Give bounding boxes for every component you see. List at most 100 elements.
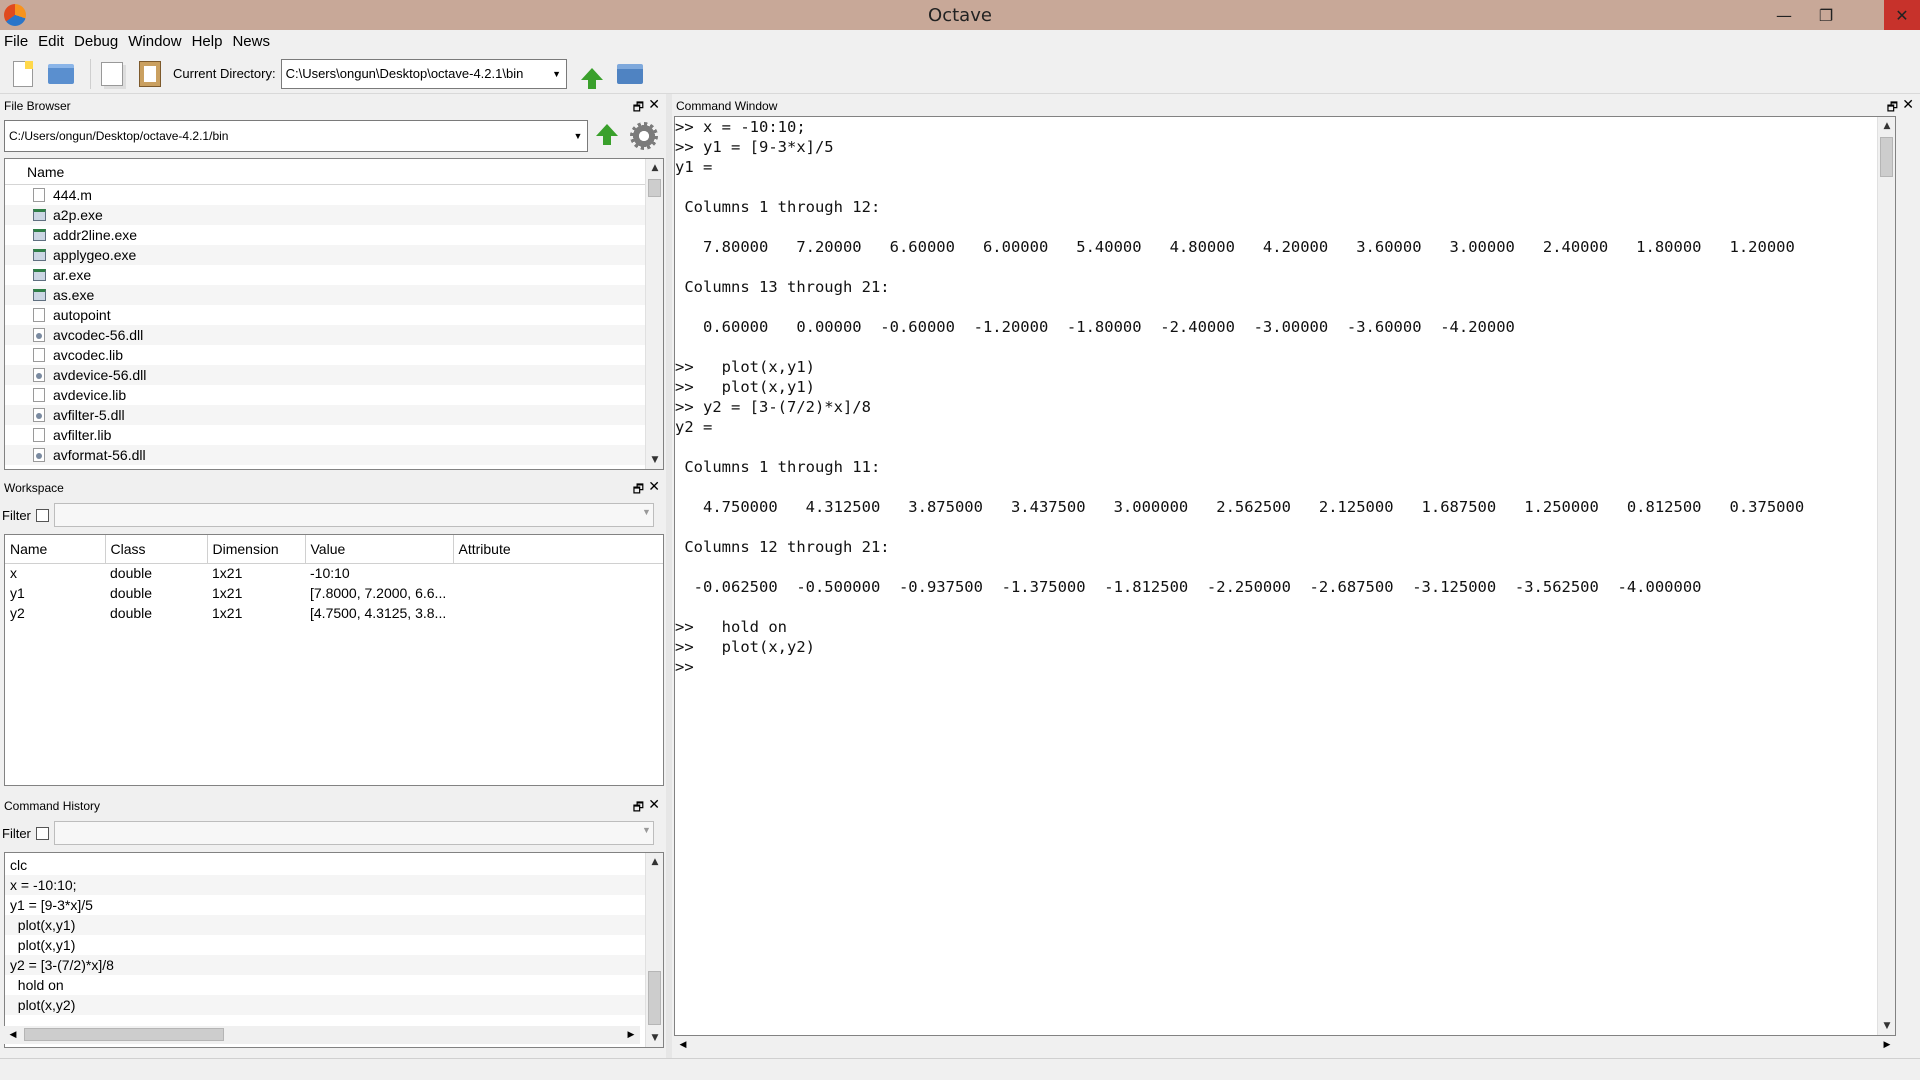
chevron-down-icon[interactable]: ▼ [571, 124, 585, 148]
scroll-up-icon[interactable]: ▲ [1878, 117, 1895, 135]
file-browser-path-combo[interactable]: C:/Users/ongun/Desktop/octave-4.2.1/bin … [4, 120, 588, 152]
maximize-button[interactable]: ❐ [1808, 0, 1844, 30]
close-icon[interactable]: ✕ [648, 478, 660, 495]
menu-news[interactable]: News [232, 33, 270, 50]
file-list-item[interactable]: avdevice.lib [5, 385, 663, 405]
file-list-scrollbar[interactable]: ▲ ▼ [645, 159, 663, 469]
file-list-item[interactable]: ar.exe [5, 265, 663, 285]
table-cell [453, 603, 663, 623]
console-scrollbar[interactable]: ▲ ▼ [1877, 117, 1895, 1035]
history-item[interactable]: hold on [5, 975, 663, 995]
undock-icon[interactable]: 🗗 [633, 98, 644, 119]
column-header-class[interactable]: Class [105, 535, 208, 564]
new-script-button[interactable] [8, 59, 38, 89]
scroll-up-icon[interactable]: ▲ [646, 159, 663, 177]
menu-edit[interactable]: Edit [38, 33, 64, 50]
file-list-item[interactable]: avcodec.lib [5, 345, 663, 365]
scroll-right-icon[interactable]: ▶ [622, 1026, 640, 1044]
scroll-left-icon[interactable]: ◀ [674, 1036, 692, 1054]
scroll-down-icon[interactable]: ▼ [1878, 1017, 1895, 1035]
browse-directory-button[interactable] [615, 59, 645, 89]
command-window-console[interactable]: >> x = -10:10; >> y1 = [9-3*x]/5 y1 = Colu… [674, 116, 1896, 1036]
column-header-attribute[interactable]: Attribute [453, 535, 663, 564]
chevron-down-icon[interactable]: ▼ [550, 62, 564, 86]
file-list-item[interactable]: avformat-56.dll [5, 445, 663, 465]
history-item[interactable]: x = -10:10; [5, 875, 663, 895]
console-line: >> y2 = [3-(7/2)*x]/8 [675, 398, 871, 416]
chevron-down-icon[interactable]: ▼ [642, 507, 651, 517]
filter-input[interactable]: ▼ [53, 503, 654, 527]
console-hscrollbar[interactable]: ◀ ▶ [674, 1036, 1896, 1054]
scroll-left-icon[interactable]: ◀ [4, 1026, 22, 1044]
file-icon [33, 188, 45, 202]
menu-window[interactable]: Window [128, 33, 181, 50]
table-row[interactable]: x double 1x21 -10:10 [5, 563, 663, 583]
column-header-dimension[interactable]: Dimension [207, 535, 306, 564]
table-row[interactable]: y2 double 1x21 [4.7500, 4.3125, 3.8... [5, 603, 663, 623]
filter-label: Filter [2, 825, 31, 841]
table-cell: y2 [10, 605, 25, 621]
current-directory-combo[interactable]: C:\Users\ongun\Desktop\octave-4.2.1\bin … [280, 58, 567, 89]
history-item[interactable]: clc [5, 855, 663, 875]
scroll-down-icon[interactable]: ▼ [646, 451, 663, 469]
undock-icon[interactable]: 🗗 [633, 798, 644, 819]
history-item[interactable]: plot(x,y1) [5, 915, 663, 935]
close-icon[interactable]: ✕ [648, 796, 660, 813]
parent-directory-button[interactable] [577, 59, 607, 89]
history-item[interactable]: y1 = [9-3*x]/5 [5, 895, 663, 915]
column-header-value[interactable]: Value [305, 535, 454, 564]
scroll-right-icon[interactable]: ▶ [1878, 1036, 1896, 1054]
file-list-item[interactable]: avdevice-56.dll [5, 365, 663, 385]
file-list-item[interactable]: avfilter-5.dll [5, 405, 663, 425]
menu-file[interactable]: File [4, 33, 28, 50]
history-hscrollbar[interactable]: ◀ ▶ [4, 1026, 640, 1044]
scrollbar-thumb[interactable] [648, 971, 661, 1025]
scrollbar-thumb[interactable] [1880, 137, 1893, 177]
file-list-item[interactable]: avcodec-56.dll [5, 325, 663, 345]
history-list[interactable]: clc x = -10:10; y1 = [9-3*x]/5 plot(x,y1) … [4, 852, 664, 1048]
file-list-item[interactable]: 444.m [5, 185, 663, 205]
up-arrow-icon[interactable] [596, 124, 618, 145]
file-list-item[interactable]: avfilter.lib [5, 425, 663, 445]
file-list-item[interactable]: as.exe [5, 285, 663, 305]
workspace-table[interactable]: Name Class Dimension Value Attribute x do… [4, 534, 664, 786]
file-name: 444.m [53, 187, 92, 203]
scroll-down-icon[interactable]: ▼ [646, 1029, 663, 1047]
scroll-up-icon[interactable]: ▲ [646, 853, 663, 871]
table-cell: 1x21 [212, 585, 243, 601]
file-list-item[interactable]: a2p.exe [5, 205, 663, 225]
file-list-item[interactable]: addr2line.exe [5, 225, 663, 245]
file-list-item[interactable]: autopoint [5, 305, 663, 325]
menu-help[interactable]: Help [192, 33, 223, 50]
open-file-button[interactable] [46, 59, 76, 89]
chevron-down-icon[interactable]: ▼ [642, 825, 651, 835]
undock-icon[interactable]: 🗗 [633, 480, 644, 501]
paste-button[interactable] [135, 59, 165, 89]
up-arrow-icon [580, 67, 603, 89]
history-item[interactable]: y2 = [3-(7/2)*x]/8 [5, 955, 663, 975]
filter-checkbox[interactable] [35, 826, 49, 840]
close-icon[interactable]: ✕ [1902, 96, 1914, 113]
table-cell: double [110, 605, 153, 621]
history-item[interactable]: plot(x,y2) [5, 995, 663, 1015]
scrollbar-thumb[interactable] [24, 1028, 224, 1041]
close-icon[interactable]: ✕ [648, 96, 660, 113]
history-item[interactable]: plot(x,y1) [5, 935, 663, 955]
column-header-name[interactable]: Name [5, 164, 64, 180]
file-list-item[interactable]: applygeo.exe [5, 245, 663, 265]
copy-button[interactable] [97, 59, 127, 89]
file-name: avfilter.lib [53, 427, 112, 443]
file-list[interactable]: Name 444.m a2p.exe addr2line.exe applygeo.e… [4, 158, 664, 470]
close-button[interactable]: ✕ [1884, 0, 1920, 30]
filter-checkbox[interactable] [35, 508, 49, 522]
scrollbar-thumb[interactable] [648, 179, 661, 197]
column-header-name[interactable]: Name [5, 535, 106, 564]
table-row[interactable]: y1 double 1x21 [7.8000, 7.2000, 6.6... [5, 583, 663, 603]
menu-debug[interactable]: Debug [74, 33, 118, 50]
filter-input[interactable]: ▼ [53, 821, 654, 845]
history-scrollbar[interactable]: ▲ ▼ [645, 853, 663, 1047]
minimize-button[interactable]: — [1766, 0, 1802, 30]
gear-icon[interactable] [630, 122, 658, 150]
